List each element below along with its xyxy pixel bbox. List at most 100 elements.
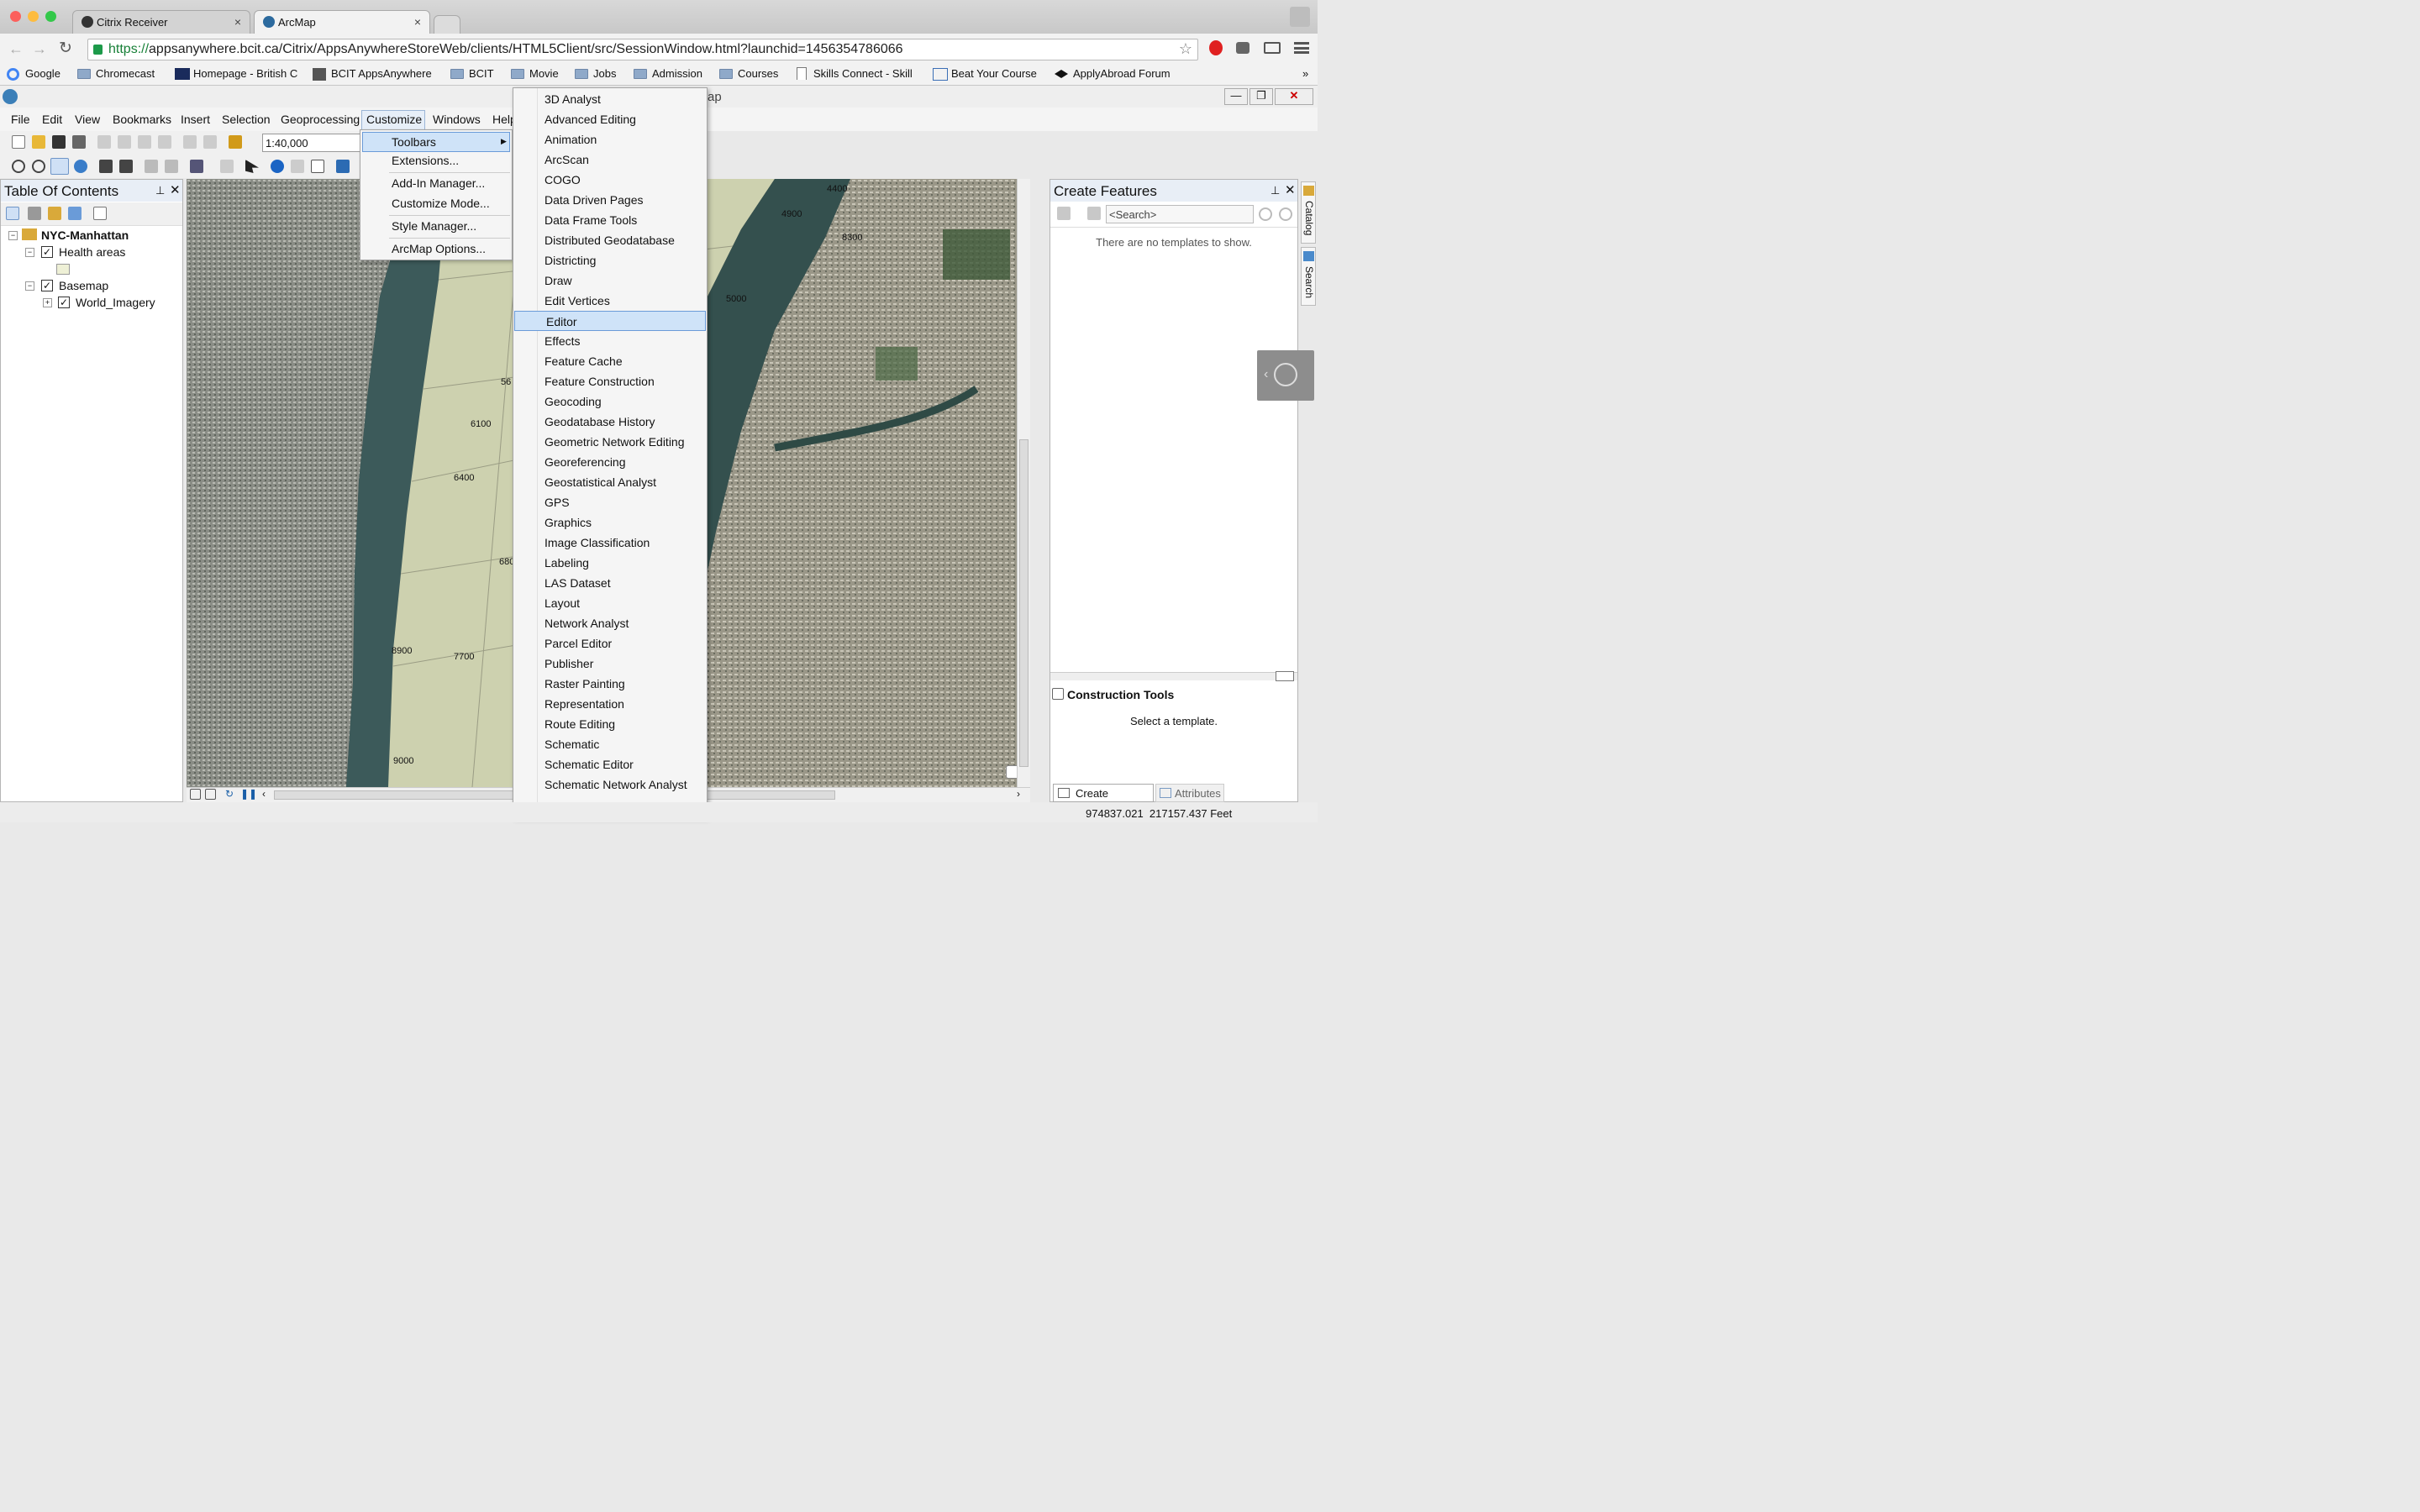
list-by-selection-icon[interactable] xyxy=(68,207,82,220)
list-by-visibility-icon[interactable] xyxy=(48,207,61,220)
close-tab-icon[interactable]: × xyxy=(414,15,421,29)
open-icon[interactable] xyxy=(32,135,45,149)
forward-icon[interactable]: → xyxy=(32,40,47,58)
toolbar-menu-item[interactable]: Layout xyxy=(513,593,707,613)
catalog-side-tab[interactable]: Catalog xyxy=(1301,181,1316,244)
fixed-zoom-out-icon[interactable] xyxy=(119,160,133,173)
tab-create-features[interactable]: Create Features xyxy=(1053,784,1154,812)
bookmark-bcit[interactable]: BCIT xyxy=(450,67,494,80)
minimize-window-icon[interactable] xyxy=(28,11,39,22)
print-icon[interactable] xyxy=(72,135,86,149)
toolbar-menu-item[interactable]: Feature Cache xyxy=(513,351,707,371)
splitter-toggle-icon[interactable] xyxy=(1276,671,1294,681)
template-view-icon[interactable] xyxy=(1087,207,1101,220)
layer-visibility-checkbox[interactable]: ✓ xyxy=(58,297,70,308)
bookmark-star-icon[interactable]: ☆ xyxy=(1179,40,1192,58)
bookmark-admission[interactable]: Admission xyxy=(634,67,702,80)
profile-icon[interactable] xyxy=(1290,7,1310,27)
menu-item-style-manager[interactable]: Style Manager... xyxy=(392,219,476,233)
menu-insert[interactable]: Insert xyxy=(181,113,210,126)
layer-label[interactable]: Basemap xyxy=(59,279,108,292)
layer-label[interactable]: World_Imagery xyxy=(76,296,155,309)
add-data-icon[interactable] xyxy=(229,135,242,149)
options-icon[interactable] xyxy=(93,207,107,220)
toolbar-menu-item[interactable]: Effects xyxy=(513,331,707,351)
toolbar-menu-item[interactable]: Network Analyst xyxy=(513,613,707,633)
save-icon[interactable] xyxy=(52,135,66,149)
toolbar-menu-item[interactable]: Route Editing xyxy=(513,714,707,734)
menu-icon[interactable] xyxy=(1294,42,1309,54)
search-icon[interactable] xyxy=(1259,207,1272,221)
menu-bookmarks[interactable]: Bookmarks xyxy=(113,113,171,126)
restore-icon[interactable]: ❐ xyxy=(1249,88,1273,105)
minimize-icon[interactable]: — xyxy=(1224,88,1248,105)
bookmark-bcit-appsanywhere[interactable]: BCIT AppsAnywhere xyxy=(313,67,432,81)
close-tab-icon[interactable]: × xyxy=(234,15,241,29)
extension-stop-icon[interactable] xyxy=(1209,40,1223,55)
menu-item-toolbars[interactable]: Toolbars ▶ xyxy=(362,132,510,152)
menu-edit[interactable]: Edit xyxy=(42,113,62,126)
tab-citrix-receiver[interactable]: Citrix Receiver × xyxy=(72,10,250,34)
map-vertical-scrollbar[interactable] xyxy=(1017,179,1030,787)
menu-view[interactable]: View xyxy=(75,113,100,126)
undo-icon[interactable] xyxy=(183,135,197,149)
toolbar-menu-item[interactable]: Advanced Editing xyxy=(513,109,707,129)
citrix-toolbar-handle[interactable]: ‹ xyxy=(1257,350,1314,401)
bookmark-homepage[interactable]: Homepage - British C xyxy=(175,67,299,80)
menu-item-customize-mode[interactable]: Customize Mode... xyxy=(392,197,490,210)
panel-splitter[interactable] xyxy=(1050,671,1297,681)
organize-templates-icon[interactable] xyxy=(1057,207,1071,220)
layer-visibility-checkbox[interactable]: ✓ xyxy=(41,246,53,258)
expand-icon[interactable]: + xyxy=(43,298,52,307)
more-bookmarks-button[interactable]: » xyxy=(1284,67,1308,80)
toolbar-menu-item[interactable]: Schematic Network Analyst xyxy=(513,774,707,795)
toolbar-menu-item[interactable]: 3D Analyst xyxy=(513,89,707,109)
toolbar-menu-item[interactable]: Draw xyxy=(513,270,707,291)
reload-icon[interactable]: ↻ xyxy=(59,39,72,58)
clear-search-icon[interactable] xyxy=(1279,207,1292,221)
zoom-out-icon[interactable] xyxy=(32,160,45,173)
toolbar-menu-item[interactable]: Geostatistical Analyst xyxy=(513,472,707,492)
toolbar-menu-item[interactable]: Distributed Geodatabase xyxy=(513,230,707,250)
menu-item-add-in-manager[interactable]: Add-In Manager... xyxy=(392,176,485,190)
clear-selection-icon[interactable] xyxy=(220,160,234,173)
toolbar-menu-item[interactable]: Representation xyxy=(513,694,707,714)
toolbar-menu-item[interactable]: Edit Vertices xyxy=(513,291,707,311)
forward-extent-icon[interactable] xyxy=(165,160,178,173)
scroll-thumb[interactable] xyxy=(1019,439,1028,767)
list-by-source-icon[interactable] xyxy=(28,207,41,220)
collapse-icon[interactable]: − xyxy=(25,281,34,291)
measure-icon[interactable] xyxy=(336,160,350,173)
scroll-right-icon[interactable]: › xyxy=(1017,788,1020,800)
list-by-drawing-order-icon[interactable] xyxy=(6,207,19,220)
toolbar-menu-item[interactable]: Publisher xyxy=(513,654,707,674)
identify-icon[interactable] xyxy=(271,160,284,173)
menu-selection[interactable]: Selection xyxy=(222,113,271,126)
toolbar-menu-item[interactable]: GPS xyxy=(513,492,707,512)
pause-drawing-icon[interactable]: ❚❚ xyxy=(240,788,257,800)
toolbar-menu-item[interactable]: Raster Painting xyxy=(513,674,707,694)
search-side-tab[interactable]: Search xyxy=(1301,247,1316,306)
bookmark-beat-your-course[interactable]: Beat Your Course xyxy=(933,67,1037,81)
template-search-input[interactable]: <Search> xyxy=(1106,205,1254,223)
select-features-icon[interactable] xyxy=(190,160,203,173)
toolbar-menu-item[interactable]: Animation xyxy=(513,129,707,150)
pin-icon[interactable]: ⊥ xyxy=(155,184,165,197)
layer-visibility-checkbox[interactable]: ✓ xyxy=(41,280,53,291)
toolbar-menu-item[interactable]: Labeling xyxy=(513,553,707,573)
extension-icon[interactable] xyxy=(1236,42,1249,54)
close-icon[interactable]: ✕ xyxy=(1285,182,1296,197)
scroll-left-icon[interactable]: ‹ xyxy=(262,788,266,800)
pan-icon[interactable] xyxy=(50,158,69,175)
new-tab-button[interactable] xyxy=(434,15,460,34)
toolbar-menu-item[interactable]: Geocoding xyxy=(513,391,707,412)
paste-icon[interactable] xyxy=(138,135,151,149)
zoom-in-icon[interactable] xyxy=(12,160,25,173)
close-icon[interactable]: ✕ xyxy=(1275,88,1313,105)
toolbar-menu-item[interactable]: Geometric Network Editing xyxy=(513,432,707,452)
collapse-icon[interactable]: − xyxy=(25,248,34,257)
cast-icon[interactable] xyxy=(1264,42,1281,54)
toolbar-menu-item[interactable]: Districting xyxy=(513,250,707,270)
toolbar-menu-item[interactable]: Schematic Editor xyxy=(513,754,707,774)
tree-root-label[interactable]: NYC-Manhattan xyxy=(41,228,129,242)
